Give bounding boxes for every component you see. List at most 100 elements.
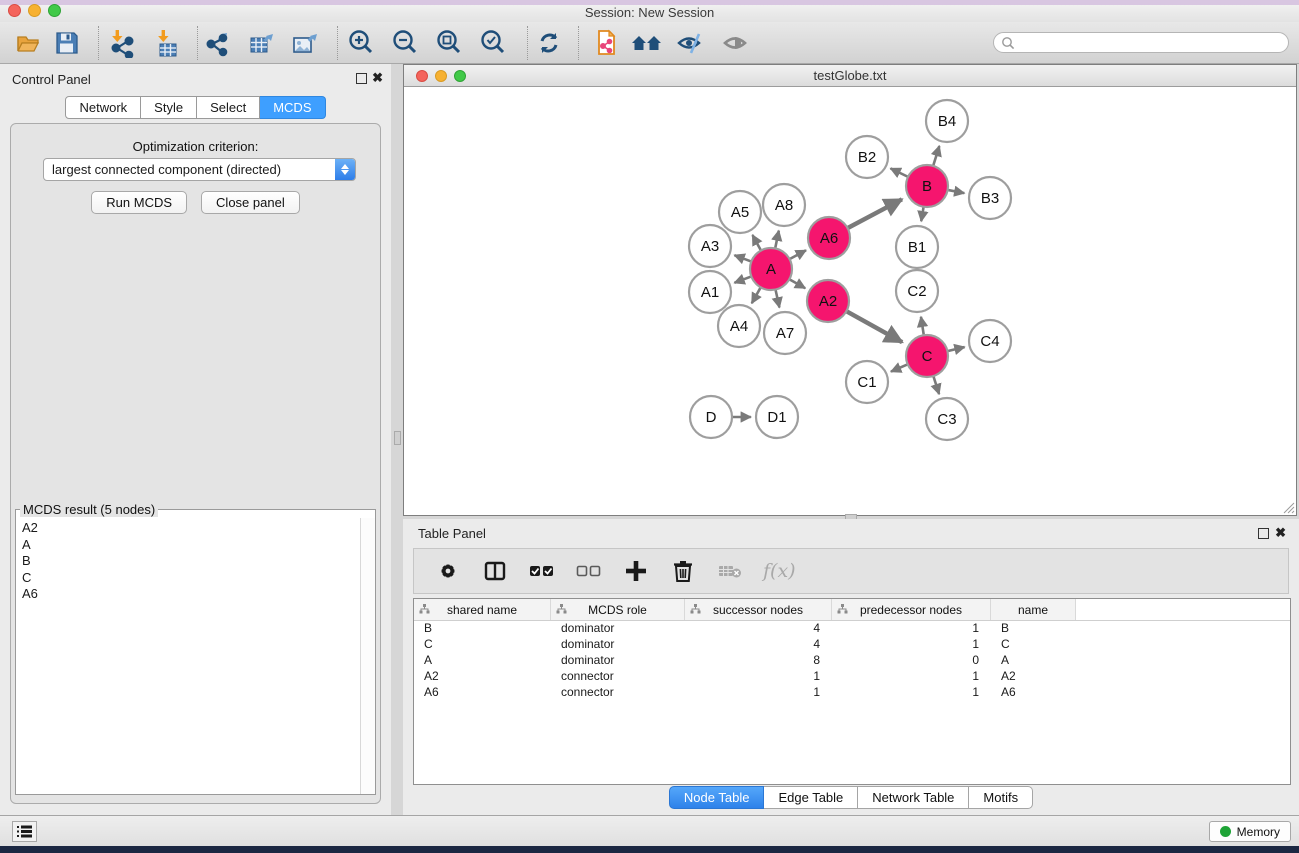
graph-edge-C-C1[interactable] — [891, 364, 908, 371]
table-cell[interactable]: 1 — [685, 669, 832, 685]
column-header-predecessor-nodes[interactable]: predecessor nodes — [832, 599, 991, 620]
memory-button[interactable]: Memory — [1209, 821, 1291, 842]
resize-grip-icon[interactable] — [1281, 500, 1295, 514]
table-row[interactable]: A2connector11A2 — [414, 669, 1290, 685]
close-panel-button[interactable]: Close panel — [201, 191, 300, 214]
graph-edge-A6-B[interactable] — [848, 199, 902, 228]
table-row[interactable]: Adominator80A — [414, 653, 1290, 669]
import-table-button[interactable] — [150, 28, 184, 58]
tab-style[interactable]: Style — [141, 96, 197, 119]
mcds-result-item[interactable]: A6 — [22, 586, 360, 603]
graph-edge-A-A7[interactable] — [775, 290, 779, 308]
criterion-dropdown[interactable]: largest connected component (directed) — [43, 158, 356, 181]
table-cell[interactable]: connector — [551, 669, 685, 685]
table-cell[interactable]: dominator — [551, 621, 685, 637]
zoom-fit-button[interactable] — [432, 28, 466, 58]
settings-gear-button[interactable] — [434, 557, 462, 585]
titlebar[interactable]: Session: New Session — [0, 5, 1299, 22]
function-builder-button[interactable]: f(x) — [763, 560, 796, 582]
table-cell[interactable]: 1 — [832, 685, 991, 701]
select-all-columns-button[interactable] — [528, 557, 556, 585]
tab-network[interactable]: Network — [65, 96, 141, 119]
tab-network-table[interactable]: Network Table — [858, 786, 969, 809]
table-cell[interactable]: 1 — [832, 637, 991, 653]
table-cell[interactable]: A — [991, 653, 1076, 669]
table-cell[interactable]: 4 — [685, 621, 832, 637]
graph-edge-A-A8[interactable] — [775, 231, 779, 249]
graph-edge-A-A2[interactable] — [789, 279, 805, 288]
graph-edge-B-B3[interactable] — [948, 190, 965, 193]
status-menu-button[interactable] — [12, 821, 37, 842]
column-header-shared-name[interactable]: shared name — [414, 599, 551, 620]
column-header-name[interactable]: name — [991, 599, 1076, 620]
refresh-button[interactable] — [532, 28, 566, 58]
import-network-button[interactable] — [104, 28, 138, 58]
delete-table-button[interactable] — [716, 557, 744, 585]
run-mcds-button[interactable]: Run MCDS — [91, 191, 187, 214]
show-all-button[interactable] — [719, 28, 753, 58]
tab-mcds[interactable]: MCDS — [260, 96, 325, 119]
table-cell[interactable]: 0 — [832, 653, 991, 669]
table-panel-close-icon[interactable]: ✖ — [1275, 525, 1286, 541]
table-cell[interactable]: A6 — [991, 685, 1076, 701]
table-cell[interactable]: dominator — [551, 637, 685, 653]
table-cell[interactable]: connector — [551, 685, 685, 701]
table-cell[interactable]: A2 — [991, 669, 1076, 685]
graph-edge-C-C4[interactable] — [947, 347, 964, 351]
vertical-splitter-handle[interactable] — [394, 431, 401, 445]
table-cell[interactable]: A2 — [414, 669, 551, 685]
graph-edge-B-B4[interactable] — [933, 146, 939, 166]
table-cell[interactable]: A6 — [414, 685, 551, 701]
graph-edge-B-B2[interactable] — [891, 168, 909, 176]
save-session-button[interactable] — [50, 28, 84, 58]
table-row[interactable]: Bdominator41B — [414, 621, 1290, 637]
tab-edge-table[interactable]: Edge Table — [764, 786, 858, 809]
search-input[interactable] — [993, 32, 1289, 53]
mcds-result-item[interactable]: A2 — [22, 520, 360, 537]
zoom-out-button[interactable] — [388, 28, 422, 58]
table-cell[interactable]: B — [991, 621, 1076, 637]
graph-edge-C-C3[interactable] — [933, 376, 939, 394]
clone-network-button[interactable] — [589, 28, 623, 58]
table-cell[interactable]: dominator — [551, 653, 685, 669]
network-canvas[interactable]: AA1A2A3A4A5A6A7A8BB1B2B3B4CC1C2C3C4DD1 — [404, 87, 1296, 515]
mcds-result-item[interactable]: A — [22, 537, 360, 554]
zoom-selected-button[interactable] — [476, 28, 510, 58]
graph-edge-A-A4[interactable] — [752, 287, 761, 303]
first-neighbors-button[interactable] — [630, 28, 664, 58]
open-session-button[interactable] — [13, 28, 47, 58]
add-column-button[interactable] — [622, 557, 650, 585]
graph-edge-A-A1[interactable] — [734, 276, 751, 282]
tab-node-table[interactable]: Node Table — [669, 786, 765, 809]
mcds-result-item[interactable]: C — [22, 570, 360, 587]
network-window-titlebar[interactable]: testGlobe.txt — [404, 65, 1296, 87]
table-cell[interactable]: C — [991, 637, 1076, 653]
graph-edge-A-A5[interactable] — [752, 235, 760, 251]
float-panel-icon[interactable] — [356, 73, 367, 84]
table-cell[interactable]: 1 — [832, 669, 991, 685]
graph-edge-C-C2[interactable] — [921, 317, 924, 335]
table-cell[interactable]: B — [414, 621, 551, 637]
mcds-result-item[interactable]: B — [22, 553, 360, 570]
table-cell[interactable]: 1 — [685, 685, 832, 701]
delete-columns-button[interactable] — [669, 557, 697, 585]
export-table-button[interactable] — [245, 28, 279, 58]
export-network-button[interactable] — [202, 28, 236, 58]
table-cell[interactable]: 1 — [832, 621, 991, 637]
zoom-in-button[interactable] — [344, 28, 378, 58]
close-panel-icon[interactable]: ✖ — [372, 70, 383, 86]
table-cell[interactable]: A — [414, 653, 551, 669]
column-header-MCDS-role[interactable]: MCDS role — [551, 599, 685, 620]
tab-motifs[interactable]: Motifs — [969, 786, 1033, 809]
table-panel-float-icon[interactable] — [1258, 528, 1269, 539]
table-row[interactable]: A6connector11A6 — [414, 685, 1290, 701]
mcds-result-scrollbar[interactable] — [360, 518, 375, 794]
tab-select[interactable]: Select — [197, 96, 260, 119]
table-cell[interactable]: C — [414, 637, 551, 653]
toggle-column-view-button[interactable] — [481, 557, 509, 585]
graph-edge-B-B1[interactable] — [921, 207, 923, 222]
graph-edge-A2-C[interactable] — [846, 311, 902, 342]
hide-selected-button[interactable] — [674, 28, 708, 58]
export-image-button[interactable] — [288, 28, 322, 58]
table-row[interactable]: Cdominator41C — [414, 637, 1290, 653]
